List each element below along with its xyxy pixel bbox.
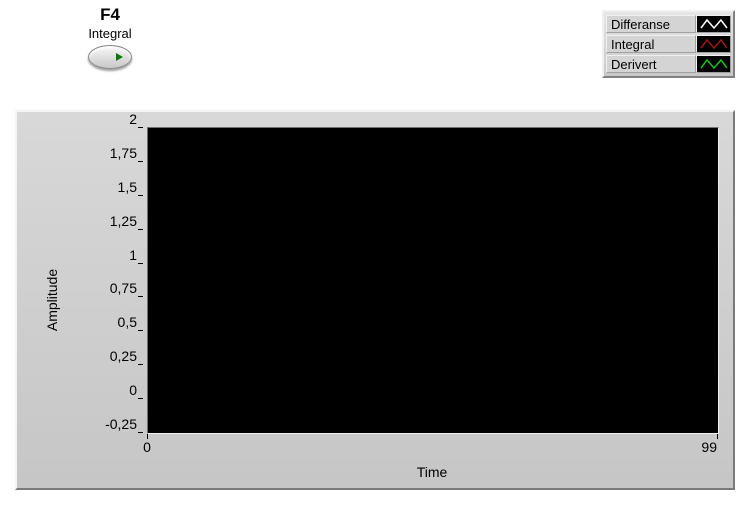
- waveform-icon: [700, 58, 728, 70]
- x-tick-label: 99: [701, 439, 717, 455]
- y-tick-label: 1,25: [110, 213, 143, 229]
- waveform-chart: Amplitude 2 1,75 1,5 1,25 1 0,75 0,5 0,2…: [15, 110, 735, 490]
- legend-row[interactable]: Differanse: [606, 14, 731, 34]
- y-tick-label: 1,5: [118, 179, 143, 195]
- y-tick-label: 1: [129, 247, 143, 263]
- integral-toggle-button[interactable]: [88, 45, 132, 69]
- y-tick-label: 2: [129, 111, 143, 127]
- x-tick-label: 0: [143, 439, 151, 455]
- legend-label: Derivert: [606, 55, 696, 73]
- x-axis: 0 99 Time: [147, 434, 717, 484]
- legend-row[interactable]: Integral: [606, 34, 731, 54]
- legend-row[interactable]: Derivert: [606, 54, 731, 74]
- y-tick-label: 0,5: [118, 314, 143, 330]
- plot-area[interactable]: [147, 127, 719, 434]
- control-title: F4: [60, 5, 160, 25]
- legend-swatch: [696, 55, 731, 73]
- legend-label: Integral: [606, 35, 696, 53]
- y-axis: 2 1,75 1,5 1,25 1 0,75 0,5 0,25 0 -0,25: [17, 127, 145, 432]
- plot-legend[interactable]: Differanse Integral Derivert: [602, 10, 735, 78]
- y-tick-label: 0,25: [110, 348, 143, 364]
- y-tick-label: 0,75: [110, 280, 143, 296]
- legend-swatch: [696, 35, 731, 53]
- control-subtitle: Integral: [60, 26, 160, 41]
- control-block: F4 Integral: [60, 5, 160, 69]
- legend-label: Differanse: [606, 15, 696, 33]
- waveform-icon: [700, 18, 728, 30]
- waveform-icon: [700, 38, 728, 50]
- play-indicator-icon: [116, 53, 123, 61]
- y-tick-label: 0: [129, 382, 143, 398]
- y-tick-label: 1,75: [110, 145, 143, 161]
- legend-swatch: [696, 15, 731, 33]
- x-axis-label: Time: [417, 464, 448, 480]
- y-tick-label: -0,25: [105, 416, 143, 432]
